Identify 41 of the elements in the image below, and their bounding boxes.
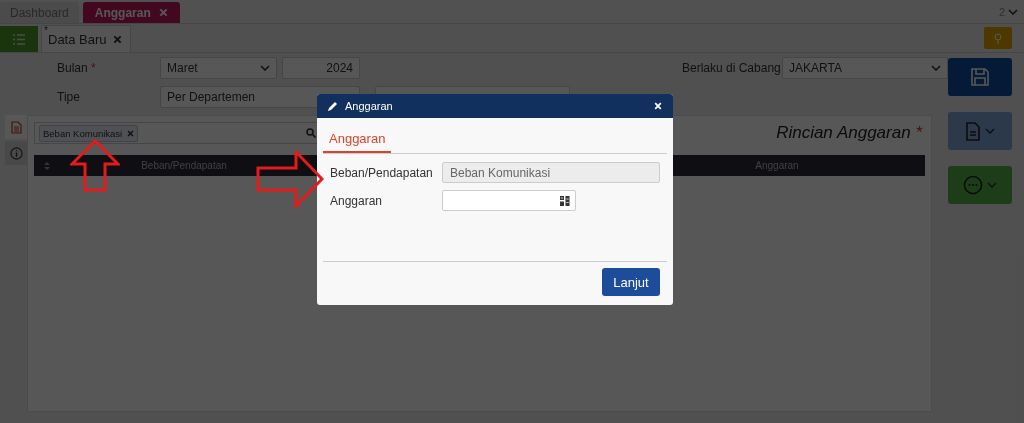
menu-button[interactable] [0, 26, 38, 52]
up-arrow-annotation [70, 139, 120, 192]
panel-title: Rincian Anggaran * [776, 123, 922, 143]
document-icon[interactable] [965, 121, 981, 141]
field-label: Bulan * [57, 61, 97, 75]
menu-icon[interactable] [12, 32, 26, 46]
side-tab[interactable] [5, 141, 27, 165]
field-label: Beban/Pendapatan [330, 165, 434, 180]
filter-chip[interactable]: Beban Komunikasi [39, 124, 139, 142]
more-button[interactable] [948, 166, 1012, 204]
month-select[interactable]: Maret [160, 57, 277, 79]
chevron-down-icon [987, 182, 997, 188]
more-icon[interactable] [963, 175, 983, 195]
document-icon [10, 120, 22, 134]
branch-select[interactable]: JAKARTA [782, 57, 948, 79]
continue-button[interactable]: Lanjut [602, 268, 660, 296]
document-tab[interactable]: *Data Baru [41, 25, 131, 52]
right-arrow-annotation [256, 150, 324, 208]
info-icon [9, 146, 23, 160]
chevron-down-icon [1008, 8, 1018, 15]
chevron-down-icon [931, 65, 941, 71]
save-icon[interactable] [970, 67, 990, 87]
save-button[interactable] [948, 58, 1012, 96]
pencil-icon [327, 100, 338, 112]
year-field[interactable]: 2024 [282, 57, 360, 79]
chevron-down-icon [260, 65, 270, 71]
field-label: Anggaran [330, 193, 384, 208]
dialog-tab[interactable]: Anggaran [323, 127, 392, 153]
amount-field[interactable] [442, 190, 576, 211]
tip-button[interactable] [984, 27, 1012, 49]
modified-mark: * [44, 25, 48, 36]
document-button[interactable] [948, 112, 1012, 150]
chevron-down-icon [985, 128, 995, 134]
search-icon[interactable] [306, 128, 316, 138]
side-tab[interactable] [5, 115, 27, 139]
bulb-icon[interactable] [994, 32, 1002, 44]
field-label: Tipe [57, 90, 81, 104]
calculator-icon[interactable] [560, 195, 570, 206]
app-tab[interactable]: Anggaran [82, 2, 180, 23]
sort-icon[interactable] [44, 161, 50, 170]
field-label: Berlaku di Cabang [682, 61, 782, 75]
